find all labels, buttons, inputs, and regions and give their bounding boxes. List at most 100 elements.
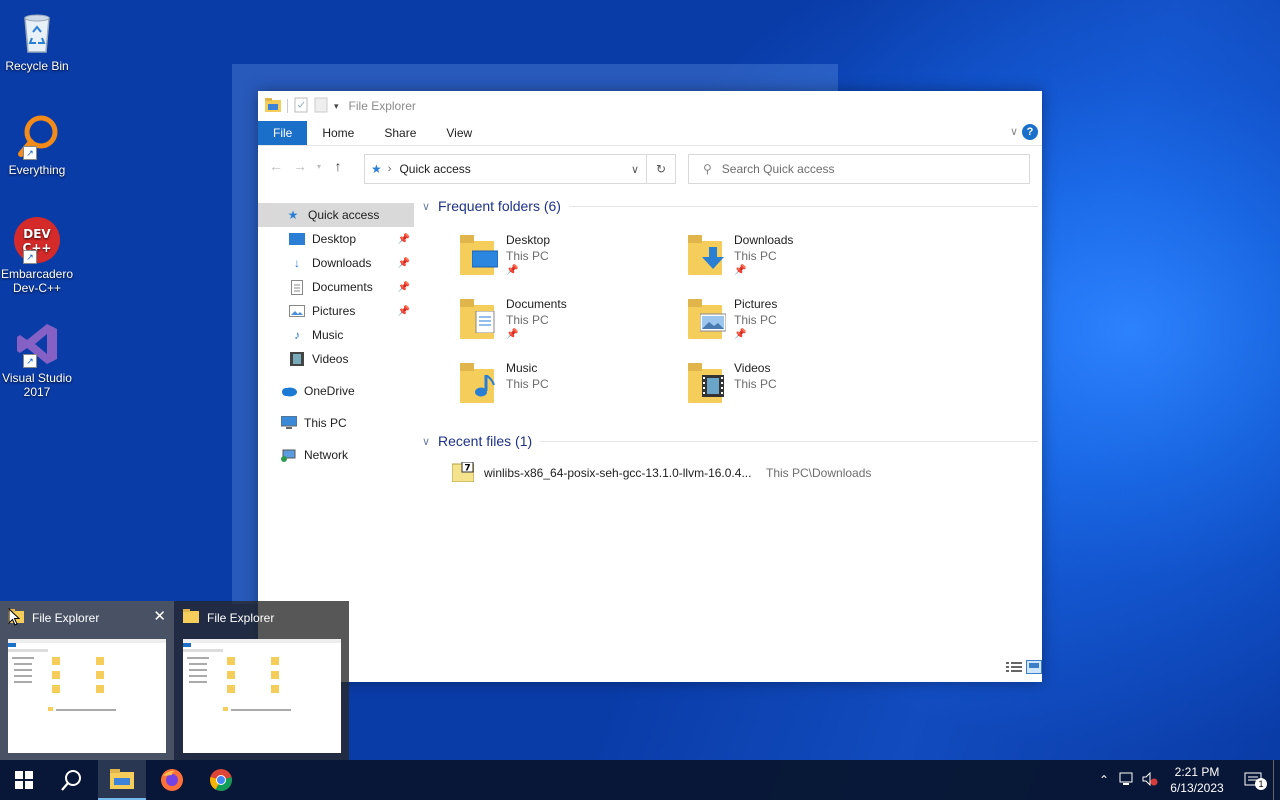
folder-downloads-icon	[688, 235, 724, 275]
address-history-chevron-icon[interactable]: ∨	[631, 163, 639, 176]
toolbar-separator	[287, 99, 288, 113]
recent-files-group: ∨ Recent files (1) 7 winlibs-x86_64-posi…	[422, 430, 1038, 487]
address-bar[interactable]: ★ › Quick access ∨	[364, 154, 676, 184]
search-box[interactable]: ⚲ Search Quick access	[688, 154, 1030, 184]
group-title: Frequent folders (6)	[438, 198, 561, 214]
back-arrow-icon[interactable]: ←	[264, 158, 288, 174]
desktop-icon-label: Embarcadero Dev-C++	[0, 267, 74, 295]
search-icon: ⚲	[703, 162, 712, 176]
collapse-chevron-icon: ∨	[422, 200, 431, 213]
desktop-icon-recycle-bin[interactable]: Recycle Bin	[0, 8, 74, 73]
taskbar-chrome[interactable]	[197, 760, 245, 800]
pin-icon: 📌	[397, 281, 410, 293]
folder-tile-videos[interactable]: Videos This PC	[682, 359, 902, 417]
visual-studio-icon: ↗	[13, 320, 61, 368]
nav-item-pictures[interactable]: Pictures 📌	[258, 299, 414, 323]
show-desktop-button[interactable]	[1273, 760, 1280, 800]
folder-name: Videos	[734, 361, 771, 375]
expand-ribbon-chevron-icon[interactable]: ∨	[1010, 125, 1018, 138]
nav-item-onedrive[interactable]: OneDrive	[258, 379, 414, 403]
nav-label: Music	[312, 328, 344, 342]
nav-item-downloads[interactable]: ↓ Downloads 📌	[258, 251, 414, 275]
details-view-icon[interactable]	[1006, 661, 1022, 676]
shortcut-arrow-icon: ↗	[23, 250, 37, 264]
help-icon[interactable]: ?	[1022, 124, 1038, 140]
properties-icon[interactable]	[294, 97, 308, 116]
tab-home[interactable]: Home	[307, 121, 369, 145]
folder-tile-documents[interactable]: Documents This PC 📌	[454, 295, 674, 353]
nav-item-this-pc[interactable]: This PC	[258, 411, 414, 435]
thumbnail-title-bar: File Explorer	[183, 609, 274, 626]
quick-access-toolbar: ▾	[265, 97, 339, 116]
nav-item-network[interactable]: Network	[258, 443, 414, 467]
clock-time: 2:21 PM	[1174, 765, 1220, 779]
desktop-icon-devcpp[interactable]: DEV C++ ↗ Embarcadero Dev-C++	[0, 216, 74, 295]
clock-date: 6/13/2023	[1170, 781, 1224, 795]
customize-toolbar-chevron-icon[interactable]: ▾	[334, 101, 339, 112]
thumbnail-card[interactable]: File Explorer	[175, 601, 349, 760]
recent-files-header[interactable]: ∨ Recent files (1)	[422, 430, 1038, 452]
start-button[interactable]	[0, 760, 48, 800]
ribbon-tabs: File Home Share View ∨ ?	[258, 121, 1042, 146]
folder-location: This PC	[506, 377, 549, 391]
folder-tile-downloads[interactable]: Downloads This PC 📌	[682, 231, 902, 289]
navigation-pane: ★ Quick access Desktop 📌 ↓ Downloads 📌 D…	[258, 203, 414, 467]
folder-tile-pictures[interactable]: Pictures This PC 📌	[682, 295, 902, 353]
large-icons-view-icon[interactable]	[1026, 660, 1042, 677]
recycle-bin-icon	[13, 8, 61, 56]
recent-locations-chevron-icon[interactable]: ▾	[312, 162, 326, 171]
close-icon[interactable]: ✕	[153, 607, 166, 625]
system-tray: ⌃ 2:21 PM 6/13/2023 1	[1093, 760, 1280, 800]
action-center-button[interactable]: 1	[1233, 772, 1273, 790]
nav-item-videos[interactable]: Videos	[258, 347, 414, 371]
refresh-button[interactable]: ↻	[646, 154, 676, 184]
folder-name: Pictures	[734, 297, 778, 311]
folder-music-icon	[460, 363, 495, 403]
tab-file[interactable]: File	[258, 121, 308, 145]
nav-item-documents[interactable]: Documents 📌	[258, 275, 414, 299]
title-bar[interactable]: ▾ File Explorer	[258, 91, 1042, 121]
tab-view[interactable]: View	[431, 121, 487, 145]
windows-logo-icon	[15, 771, 33, 789]
thumbnail-card[interactable]: File Explorer ✕	[0, 601, 174, 760]
shortcut-arrow-icon: ↗	[23, 354, 37, 368]
nav-item-music[interactable]: ♪ Music	[258, 323, 414, 347]
collapse-chevron-icon: ∨	[422, 435, 431, 448]
firefox-icon	[161, 769, 183, 791]
clock[interactable]: 2:21 PM 6/13/2023	[1161, 764, 1233, 796]
nav-label: This PC	[304, 416, 347, 430]
taskbar-file-explorer[interactable]	[98, 760, 146, 800]
tab-share[interactable]: Share	[369, 121, 431, 145]
pin-icon: 📌	[506, 329, 519, 340]
nav-item-desktop[interactable]: Desktop 📌	[258, 227, 414, 251]
group-divider	[540, 440, 1038, 442]
nav-item-quick-access[interactable]: ★ Quick access	[258, 203, 414, 227]
folder-tile-desktop[interactable]: Desktop This PC 📌	[454, 231, 674, 289]
frequent-folders-header[interactable]: ∨ Frequent folders (6)	[422, 195, 1038, 217]
network-icon[interactable]	[1115, 772, 1139, 789]
folder-pictures-icon	[688, 299, 726, 339]
folder-app-icon	[183, 609, 199, 626]
nav-label: Desktop	[312, 232, 357, 246]
pin-icon: 📌	[397, 257, 410, 269]
recent-file-name: winlibs-x86_64-posix-seh-gcc-13.1.0-llvm…	[484, 466, 752, 480]
recent-file-row[interactable]: 7 winlibs-x86_64-posix-seh-gcc-13.1.0-ll…	[422, 459, 1038, 487]
forward-arrow-icon[interactable]: →	[288, 158, 312, 174]
desktop-icon-label: Recycle Bin	[5, 59, 69, 73]
up-arrow-icon[interactable]: ↑	[326, 158, 350, 174]
volume-muted-icon[interactable]	[1139, 771, 1161, 789]
folder-location: This PC	[734, 313, 777, 327]
pin-icon: 📌	[397, 233, 410, 245]
file-explorer-window[interactable]: ▾ File Explorer File Home Share View ∨ ?…	[258, 91, 1042, 682]
desktop-icon-everything[interactable]: ↗ Everything	[0, 112, 74, 177]
group-title: Recent files (1)	[438, 433, 533, 449]
show-hidden-icons-chevron-icon[interactable]: ⌃	[1093, 773, 1115, 787]
desktop-icon-visual-studio[interactable]: ↗ Visual Studio 2017	[0, 320, 74, 399]
search-button[interactable]	[48, 760, 96, 800]
nav-label: Network	[304, 448, 349, 462]
taskbar-firefox[interactable]	[148, 760, 196, 800]
star-icon: ★	[287, 208, 299, 222]
new-folder-icon[interactable]	[314, 97, 328, 116]
folder-tile-music[interactable]: Music This PC	[454, 359, 674, 417]
